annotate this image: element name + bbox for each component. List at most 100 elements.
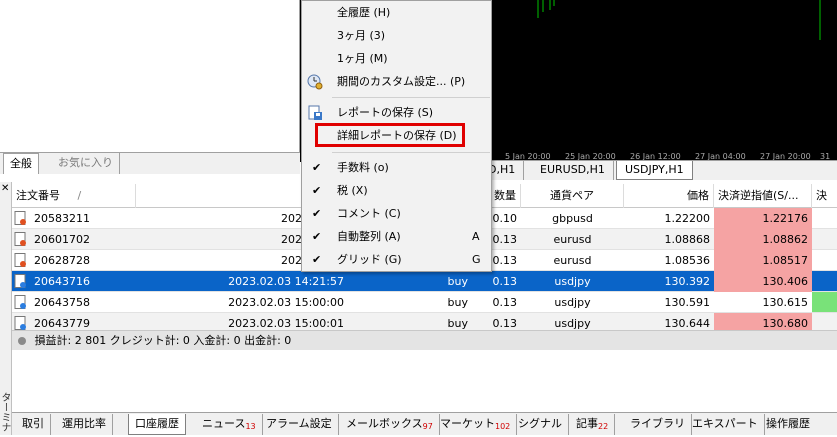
- tab-label: アラーム設定: [266, 417, 332, 430]
- check-icon: ✔: [312, 207, 322, 220]
- tab-articles[interactable]: 記事22: [570, 414, 616, 435]
- col-order-label: 注文番号: [16, 189, 60, 202]
- highlight-box: [315, 123, 465, 147]
- badge: 13: [245, 422, 256, 431]
- menu-label: 3ヶ月 (3): [337, 29, 386, 42]
- order-type: buy: [447, 275, 468, 288]
- order-price: 130.392: [664, 275, 711, 288]
- menu-item-comment[interactable]: ✔ コメント (C): [302, 203, 491, 225]
- tab-signals[interactable]: シグナル: [512, 414, 569, 435]
- order-time: 2023.02.03 15:00:00: [228, 296, 344, 309]
- order-id: 20643758: [34, 296, 90, 309]
- summary-text: 損益計: 2 801 クレジット計: 0 入金計: 0 出金計: 0: [34, 334, 292, 347]
- col-order[interactable]: 注文番号 /: [12, 184, 136, 208]
- order-stoploss: 1.08517: [714, 250, 812, 271]
- order-id: 20628728: [34, 254, 90, 267]
- menu-item-tax[interactable]: ✔ 税 (X): [302, 180, 491, 202]
- tab-experts[interactable]: エキスパート: [686, 414, 765, 435]
- order-symbol: eurusd: [553, 233, 592, 246]
- tab-account-history[interactable]: 口座履歴: [128, 414, 186, 435]
- order-id: 20583211: [34, 212, 90, 225]
- menu-accelerator: A: [472, 230, 480, 243]
- order-symbol: gbpusd: [552, 212, 593, 225]
- order-time: 2023.02.03 14:21:57: [228, 275, 344, 288]
- order-closed-icon: [14, 253, 26, 267]
- summary-bar: 損益計: 2 801 クレジット計: 0 入金計: 0 出金計: 0: [12, 330, 837, 350]
- chart-tab-usdjpy[interactable]: USDJPY,H1: [616, 161, 693, 180]
- menu-accelerator: G: [472, 253, 481, 266]
- col-symbol[interactable]: 通貨ペア: [521, 184, 624, 208]
- tab-market[interactable]: マーケット102: [434, 414, 518, 435]
- tab-label: シグナル: [518, 417, 562, 430]
- order-stoploss: 130.615: [762, 296, 809, 309]
- tab-label: 操作履歴: [766, 417, 810, 430]
- summary-dot-icon: [18, 337, 26, 345]
- menu-item-custom-period[interactable]: 期間のカスタム設定... (P): [302, 71, 491, 93]
- tab-favorites[interactable]: お気に入り: [52, 153, 120, 174]
- menu-label: 1ヶ月 (M): [337, 52, 388, 65]
- menu-separator: [332, 97, 490, 98]
- col-takeprofit[interactable]: 決: [812, 184, 837, 208]
- menu-item-auto-arrange[interactable]: ✔ 自動整列 (A) A: [302, 226, 491, 248]
- tab-trade[interactable]: 取引: [16, 414, 51, 435]
- menu-label: グリッド (G): [337, 253, 402, 266]
- menu-label: 自動整列 (A): [337, 230, 401, 243]
- menu-item-commission[interactable]: ✔ 手数料 (o): [302, 157, 491, 179]
- col-price[interactable]: 価格: [624, 184, 714, 208]
- menu-label: 手数料 (o): [337, 161, 389, 174]
- save-report-icon: [308, 105, 322, 120]
- order-closed-icon: [14, 232, 26, 246]
- tab-journal[interactable]: 操作履歴: [760, 414, 816, 435]
- menu-item-save-report[interactable]: レポートの保存 (S): [302, 102, 491, 124]
- menu-item-3-months[interactable]: 3ヶ月 (3): [302, 25, 491, 47]
- order-stoploss: 1.22176: [714, 208, 812, 229]
- sort-indicator: /: [77, 189, 82, 202]
- menu-label: コメント (C): [337, 207, 401, 220]
- menu-label: レポートの保存 (S): [337, 106, 434, 119]
- close-icon[interactable]: ✕: [1, 183, 9, 194]
- tab-label: マーケット: [440, 417, 495, 430]
- chart-tabs: D,H1 EURUSD,H1 USDJPY,H1: [480, 160, 837, 180]
- chart-tab-eurusd[interactable]: EURUSD,H1: [532, 161, 614, 180]
- navigator-panel: [0, 0, 300, 152]
- tab-exposure[interactable]: 運用比率: [56, 414, 113, 435]
- tab-label: ニュース: [202, 417, 246, 430]
- order-symbol: eurusd: [553, 254, 592, 267]
- badge: 22: [598, 422, 609, 431]
- check-icon: ✔: [312, 253, 322, 266]
- menu-item-all-history[interactable]: 全履歴 (H): [302, 2, 491, 24]
- takeprofit-cell: [812, 292, 837, 312]
- badge: 97: [422, 422, 433, 431]
- order-price: 1.08868: [664, 233, 711, 246]
- tab-news[interactable]: ニュース13: [196, 414, 263, 435]
- tab-general[interactable]: 全般: [3, 153, 39, 174]
- order-price: 1.22200: [664, 212, 711, 225]
- tab-label: 記事: [576, 417, 598, 430]
- order-open-icon: [14, 295, 26, 309]
- order-price: 1.08536: [664, 254, 711, 267]
- menu-label: 全履歴 (H): [337, 6, 391, 19]
- tab-alerts[interactable]: アラーム設定: [260, 414, 339, 435]
- order-volume: 0.13: [492, 296, 518, 309]
- tab-label: 運用比率: [62, 417, 106, 430]
- terminal-label: ターミナル: [0, 392, 10, 432]
- terminal-tabs: 取引 運用比率 口座履歴 ニュース13 アラーム設定 メールボックス97 マーケ…: [12, 412, 837, 435]
- check-icon: ✔: [312, 161, 322, 174]
- table-row-selected[interactable]: 20643716 2023.02.03 14:21:57 buy 0.13 us…: [12, 271, 837, 292]
- tab-mailbox[interactable]: メールボックス97: [340, 414, 440, 435]
- menu-item-1-month[interactable]: 1ヶ月 (M): [302, 48, 491, 70]
- menu-separator: [332, 152, 490, 153]
- order-open-icon: [14, 274, 26, 288]
- order-id: 20601702: [34, 233, 90, 246]
- clock-settings-icon: [307, 74, 323, 90]
- tab-library[interactable]: ライブラリ: [624, 414, 692, 435]
- table-row[interactable]: 20643758 2023.02.03 15:00:00 buy 0.13 us…: [12, 292, 837, 313]
- order-open-icon: [14, 316, 26, 330]
- col-stoploss[interactable]: 決済逆指値(S/...: [714, 184, 812, 208]
- order-price: 130.591: [664, 296, 711, 309]
- check-icon: ✔: [312, 184, 322, 197]
- menu-item-grid[interactable]: ✔ グリッド (G) G: [302, 249, 491, 271]
- order-symbol: usdjpy: [554, 275, 591, 288]
- navigator-tabs: 全般 お気に入り: [0, 152, 300, 174]
- tab-label: 取引: [22, 417, 44, 430]
